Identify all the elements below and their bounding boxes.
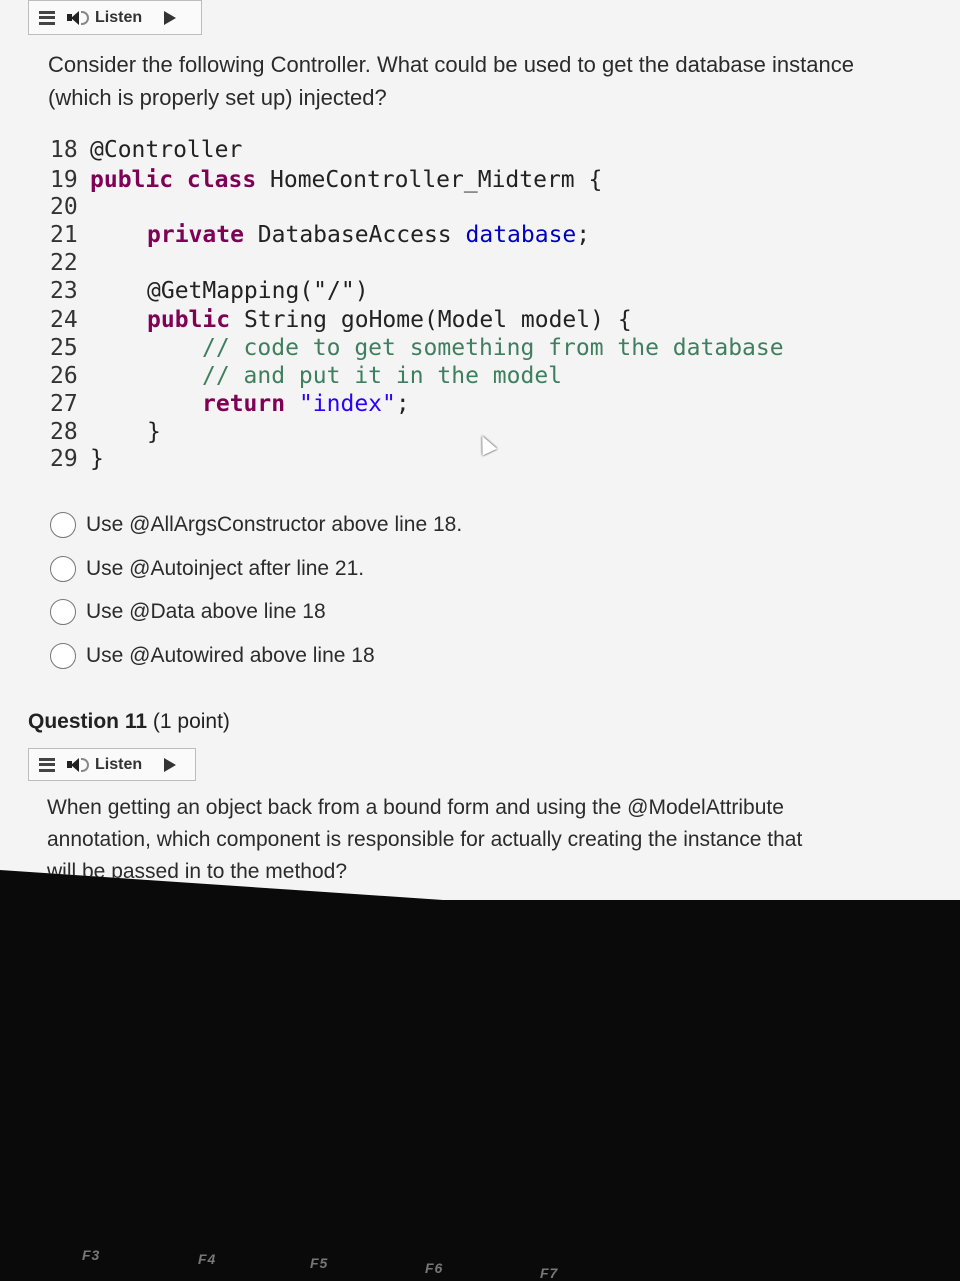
line-number: 28 [50,419,78,445]
question-line-2: (which is properly set up) injected? [48,85,387,110]
f6-key: F6 [425,1260,444,1276]
code-text: HomeController_Midterm { [256,167,603,193]
question-line-2: annotation, which component is responsib… [47,828,803,851]
menu-icon[interactable] [39,10,55,25]
code-text: String goHome(Model model) { [230,307,632,333]
play-icon[interactable] [164,10,177,25]
radio-button[interactable] [50,599,76,625]
mouse-cursor-icon [474,432,498,456]
code-line-18: @Controller [90,137,243,163]
listen-toolbar-q11[interactable]: Listen [28,748,196,781]
option-label[interactable]: Use @AllArgsConstructor above line 18. [86,513,462,537]
code-line-28: } [147,419,161,445]
code-text: ; [395,391,410,417]
listen-label[interactable]: Listen [95,756,142,774]
code-text: DatabaseAccess [243,222,466,248]
keyword: private [147,222,244,248]
question-points: (1 point) [152,710,230,733]
line-number: 25 [50,335,78,361]
radio-button[interactable] [50,512,76,538]
line-number: 27 [50,391,78,417]
question-number: Question 11 [28,710,148,733]
listen-label[interactable]: Listen [95,9,142,27]
option-label[interactable]: Use @Autoinject after line 21. [86,557,364,581]
question-11-heading: Question 11 (1 point) [28,710,230,734]
question-line-1: Consider the following Controller. What … [48,52,854,77]
f4-key: F4 [198,1251,217,1267]
keyword: return [202,391,286,417]
f3-key: F3 [82,1247,101,1263]
line-number: 26 [50,363,78,389]
option-label[interactable]: Use @Data above line 18 [86,600,326,624]
code-line-19: public class HomeController_Midterm { [90,167,602,193]
answer-option[interactable]: Use @Autoinject after line 21. [50,556,364,582]
option-label[interactable]: Use @Autowired above line 18 [86,644,375,668]
line-number: 22 [50,250,78,276]
answer-option[interactable]: Use @Autowired above line 18 [50,643,375,669]
line-number: 23 [50,278,78,304]
code-line-25: // code to get something from the databa… [202,335,784,361]
line-number: 24 [50,307,78,333]
keyboard-function-row: F3 F4 F5 F6 F7 [0,1245,960,1281]
answer-option[interactable]: Use @AllArgsConstructor above line 18. [50,512,462,538]
f5-key: F5 [310,1255,329,1271]
speaker-icon [67,10,89,25]
string-literal: "index" [285,391,396,417]
code-line-24: public String goHome(Model model) { [147,307,632,333]
code-line-23: @GetMapping("/") [147,278,369,304]
line-number: 19 [50,167,78,193]
code-line-21: private DatabaseAccess database; [147,222,590,248]
code-text: ; [576,222,591,248]
play-icon[interactable] [164,757,177,772]
listen-toolbar[interactable]: Listen [28,0,202,35]
question-11-text: When getting an object back from a bound… [47,792,802,888]
line-number: 18 [50,137,78,163]
line-number: 21 [50,222,78,248]
question-line-3: will be passed in to the method? [47,860,348,883]
code-line-27: return "index"; [202,391,410,417]
menu-icon[interactable] [39,757,55,772]
answer-option[interactable]: Use @Data above line 18 [50,599,326,625]
speaker-icon [67,757,89,772]
question-line-1: When getting an object back from a bound… [47,796,784,819]
line-number: 29 [50,446,78,472]
line-number: 20 [50,194,78,220]
keyword: public [147,307,231,333]
f7-key: F7 [540,1265,559,1281]
question-text: Consider the following Controller. What … [48,48,854,114]
radio-button[interactable] [50,643,76,669]
field-name: database [465,222,577,248]
code-line-29: } [90,446,104,472]
keyword: public class [90,167,257,193]
browser-screen: Listen Consider the following Controller… [0,0,960,900]
code-line-26: // and put it in the model [202,363,563,389]
radio-button[interactable] [50,556,76,582]
